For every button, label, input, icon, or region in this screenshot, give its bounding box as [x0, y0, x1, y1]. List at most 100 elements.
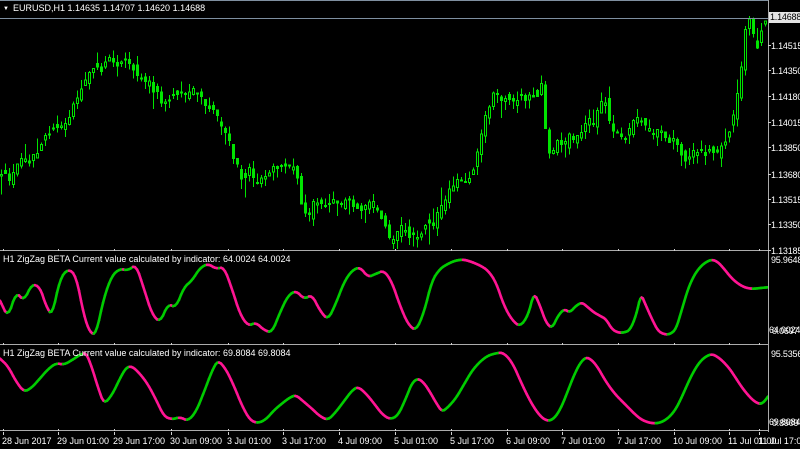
price-scale-border	[768, 0, 769, 432]
pane-separator-tick	[759, 343, 760, 345]
price-scale-label: 1.14180	[771, 92, 800, 102]
pane-separator-tick	[395, 343, 396, 345]
indicator2-value-overlap: 69.8084	[769, 417, 800, 427]
pane-separator-tick	[58, 249, 59, 251]
time-axis-tick	[171, 432, 172, 435]
price-scale-tick	[768, 96, 771, 97]
pane-separator-tick	[114, 429, 115, 431]
time-axis-label: 28 Jun 2017	[2, 436, 52, 446]
indicator1-value-overlap: 64.0024	[769, 325, 800, 335]
indicator2-caption: H1 ZigZag BETA Current value calculated …	[3, 348, 291, 358]
price-scale-label: 1.13680	[771, 170, 800, 180]
main-chart-pane[interactable]: ▼ EURUSD,H1 1.14635 1.14707 1.14620 1.146…	[0, 0, 768, 251]
time-axis-tick	[759, 432, 760, 435]
time-axis-tick	[507, 432, 508, 435]
pane-separator-tick	[171, 249, 172, 251]
pane-separator-tick	[562, 343, 563, 345]
price-scale-label: 1.14350	[771, 66, 800, 76]
ohlc-info-bar: ▼ EURUSD,H1 1.14635 1.14707 1.14620 1.146…	[3, 3, 205, 15]
time-axis-label: 5 Jul 01:00	[394, 436, 439, 446]
time-axis-tick	[618, 432, 619, 435]
mt4-chart-window: ▼ EURUSD,H1 1.14635 1.14707 1.14620 1.146…	[0, 0, 800, 449]
pane-separator-tick	[228, 429, 229, 431]
pane-separator-tick	[759, 429, 760, 431]
pane-separator-tick	[451, 249, 452, 251]
time-axis-tick	[114, 432, 115, 435]
time-axis-tick	[283, 432, 284, 435]
pane-separator-tick	[451, 343, 452, 345]
time-axis-label: 11 Jul 17:00	[758, 436, 800, 446]
current-price-line	[0, 18, 768, 19]
pane-separator-tick	[58, 429, 59, 431]
indicator1-caption: H1 ZigZag BETA Current value calculated …	[3, 254, 291, 264]
indicator-pane-1[interactable]: H1 ZigZag BETA Current value calculated …	[0, 252, 768, 345]
pane-separator-tick	[451, 429, 452, 431]
pane-separator-tick	[618, 249, 619, 251]
time-axis-tick	[339, 432, 340, 435]
time-axis-label: 6 Jul 09:00	[506, 436, 551, 446]
price-scale-tick	[768, 45, 771, 46]
price-scale-tick	[768, 70, 771, 71]
pane-separator-tick	[283, 429, 284, 431]
time-axis-label: 4 Jul 09:00	[338, 436, 383, 446]
time-axis-tick	[729, 432, 730, 435]
pane-separator-tick	[674, 429, 675, 431]
time-axis-tick	[674, 432, 675, 435]
pane-separator-tick	[339, 343, 340, 345]
price-scale-tick	[768, 122, 771, 123]
pane-separator-tick	[395, 429, 396, 431]
pane-separator-tick	[674, 249, 675, 251]
pane-separator-tick	[395, 249, 396, 251]
price-scale-label: 1.14515	[771, 41, 800, 51]
price-scale-label: 1.13515	[771, 195, 800, 205]
current-price-label: 1.14688	[769, 12, 800, 23]
pane-separator-tick	[58, 343, 59, 345]
pane-separator-tick	[171, 343, 172, 345]
time-axis[interactable]: 28 Jun 2017 29 Jun 01:00 29 Jun 17:00 30 Ju…	[0, 432, 800, 449]
time-axis-label: 7 Jul 01:00	[561, 436, 606, 446]
indicator1-scale-max: 95.9648	[771, 255, 800, 265]
pane-separator-tick	[618, 343, 619, 345]
pane-separator-tick	[3, 249, 4, 251]
time-axis-label: 5 Jul 17:00	[450, 436, 495, 446]
pane-separator-tick	[114, 249, 115, 251]
pane-separator-tick	[507, 249, 508, 251]
pane-separator-tick	[3, 343, 4, 345]
pane-separator-tick	[339, 249, 340, 251]
time-axis-label: 3 Jul 01:00	[227, 436, 272, 446]
time-axis-label: 29 Jun 17:00	[113, 436, 166, 446]
time-axis-label: 7 Jul 17:00	[617, 436, 662, 446]
pane-separator-tick	[759, 249, 760, 251]
time-axis-tick	[562, 432, 563, 435]
pane-separator-tick	[729, 249, 730, 251]
price-scale-label: 1.13850	[771, 143, 800, 153]
indicator1-curve[interactable]	[0, 252, 768, 344]
time-axis-tick	[3, 432, 4, 435]
pane-separator-tick	[507, 429, 508, 431]
time-axis-tick	[58, 432, 59, 435]
pane-separator-tick	[283, 343, 284, 345]
price-scale-label: 1.13350	[771, 220, 800, 230]
pane-separator-tick	[507, 343, 508, 345]
pane-separator-tick	[283, 249, 284, 251]
price-scale-tick	[768, 174, 771, 175]
price-scale-label: 1.14015	[771, 118, 800, 128]
pane-separator-tick	[729, 343, 730, 345]
time-axis-label: 10 Jul 09:00	[673, 436, 723, 446]
indicator2-scale-max: 95.5356	[771, 349, 800, 359]
symbol-dropdown-icon[interactable]: ▼	[3, 4, 9, 15]
time-axis-label: 29 Jun 01:00	[57, 436, 110, 446]
pane-separator-tick	[114, 343, 115, 345]
price-scale-tick	[768, 199, 771, 200]
pane-separator-tick	[562, 429, 563, 431]
time-axis-tick	[228, 432, 229, 435]
indicator-pane-2[interactable]: H1 ZigZag BETA Current value calculated …	[0, 346, 768, 431]
price-scale-tick	[768, 250, 771, 251]
pane-separator-tick	[618, 429, 619, 431]
pane-separator-tick	[171, 429, 172, 431]
candlestick-chart[interactable]	[0, 1, 768, 250]
time-axis-tick	[451, 432, 452, 435]
price-scale-tick	[768, 224, 771, 225]
price-scale-tick	[768, 147, 771, 148]
time-axis-tick	[395, 432, 396, 435]
